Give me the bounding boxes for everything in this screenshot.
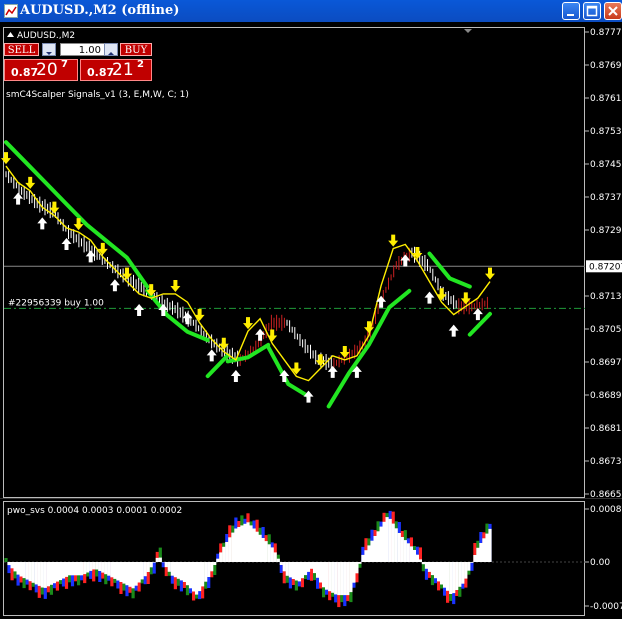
yellow-moving-average bbox=[5, 165, 491, 382]
up-arrow-icon bbox=[206, 349, 217, 362]
indicator-panel-label: pwo_svs 0.0004 0.0003 0.0001 0.0002 bbox=[7, 506, 182, 516]
indicator-histogram bbox=[4, 510, 492, 608]
chevron-down-icon bbox=[46, 52, 52, 55]
lots-decrease-button[interactable] bbox=[42, 43, 56, 56]
indicator-axis: 0.0008 0.00 -0.0007 bbox=[4, 505, 622, 612]
title-bar: AUDUSD.,M2 (offline) bbox=[0, 0, 622, 22]
green-band-segment bbox=[4, 140, 150, 289]
chevron-up-icon bbox=[108, 52, 114, 55]
collapse-arrow-icon[interactable] bbox=[7, 32, 14, 37]
down-arrow-icon bbox=[49, 201, 60, 214]
down-arrow-icon bbox=[25, 176, 36, 189]
green-band-segment bbox=[266, 344, 311, 399]
price-axis-label: 0.86815 bbox=[590, 424, 622, 434]
sell-button[interactable]: SELL bbox=[4, 43, 39, 56]
sell-price-prefix: 0.87 bbox=[11, 66, 39, 79]
order-line-label: #22956339 buy 1.00 bbox=[8, 298, 104, 308]
sell-price-big: 20 bbox=[36, 60, 58, 80]
signal-arrows bbox=[1, 152, 495, 403]
close-button[interactable] bbox=[604, 2, 622, 20]
sell-price-box[interactable]: 0.87 20 7 bbox=[4, 59, 78, 81]
indicator-axis-label: -0.0007 bbox=[590, 602, 622, 612]
price-chart[interactable]: AUDUSD.,M2 smC4Scalper Signals_v1 (3, E,… bbox=[0, 22, 622, 619]
minimize-button[interactable] bbox=[562, 2, 580, 20]
up-arrow-icon bbox=[109, 279, 120, 292]
price-bars bbox=[5, 171, 488, 372]
up-arrow-icon bbox=[424, 291, 435, 304]
price-axis-label: 0.87615 bbox=[590, 94, 622, 104]
indicator-axis-label: 0.0008 bbox=[590, 505, 622, 515]
price-axis-label: 0.87055 bbox=[590, 325, 622, 335]
indicator-frame bbox=[3, 501, 585, 616]
price-axis-label: 0.87135 bbox=[590, 292, 622, 302]
up-arrow-icon bbox=[61, 237, 72, 250]
down-arrow-icon bbox=[170, 279, 181, 292]
down-arrow-icon bbox=[1, 152, 11, 165]
price-axis-label: 0.87775 bbox=[590, 28, 622, 38]
up-arrow-icon bbox=[448, 324, 459, 337]
up-arrow-icon bbox=[230, 369, 241, 382]
minimize-icon bbox=[567, 14, 574, 16]
down-arrow-icon bbox=[388, 234, 399, 247]
green-signal-bands bbox=[4, 140, 492, 409]
price-axis-label: 0.87695 bbox=[590, 61, 622, 71]
current-price-text: 0.87207 bbox=[589, 262, 622, 272]
window-title: AUDUSD.,M2 (offline) bbox=[20, 3, 180, 18]
chart-window-icon bbox=[4, 4, 18, 18]
buy-button[interactable]: BUY bbox=[120, 43, 152, 56]
down-arrow-icon bbox=[485, 267, 495, 280]
sell-price-sup: 7 bbox=[61, 59, 68, 70]
close-icon bbox=[608, 6, 618, 16]
price-axis-label: 0.87295 bbox=[590, 226, 622, 236]
price-axis-label: 0.87455 bbox=[590, 160, 622, 170]
chart-symbol-label: AUDUSD.,M2 bbox=[17, 31, 75, 41]
price-axis-label: 0.87375 bbox=[590, 193, 622, 203]
buy-price-box[interactable]: 0.87 21 2 bbox=[80, 59, 152, 81]
lots-increase-button[interactable] bbox=[104, 43, 118, 56]
price-axis-label: 0.86895 bbox=[590, 391, 622, 401]
price-axis-label: 0.86975 bbox=[590, 358, 622, 368]
up-arrow-icon bbox=[134, 303, 145, 316]
maximize-icon bbox=[586, 5, 598, 17]
indicator-name-label: smC4Scalper Signals_v1 (3, E,M,W, C; 1) bbox=[6, 90, 189, 100]
terminal-window: AUDUSD.,M2 (offline) AUDUSD.,M2 smC4Scal… bbox=[0, 0, 622, 619]
down-arrow-icon bbox=[339, 345, 350, 358]
buy-price-prefix: 0.87 bbox=[87, 66, 115, 79]
price-axis-label: 0.86655 bbox=[590, 490, 622, 500]
buy-price-sup: 2 bbox=[137, 59, 144, 70]
price-axis-label: 0.86735 bbox=[590, 457, 622, 467]
indicator-axis-label: 0.00 bbox=[590, 558, 610, 568]
maximize-button[interactable] bbox=[583, 2, 601, 20]
up-arrow-icon bbox=[37, 217, 48, 230]
down-arrow-icon bbox=[194, 308, 205, 321]
buy-price-big: 21 bbox=[112, 60, 134, 80]
chart-shift-marker-icon[interactable] bbox=[464, 29, 472, 33]
down-arrow-icon bbox=[267, 329, 278, 342]
price-axis-label: 0.87535 bbox=[590, 127, 622, 137]
up-arrow-icon bbox=[472, 308, 483, 321]
